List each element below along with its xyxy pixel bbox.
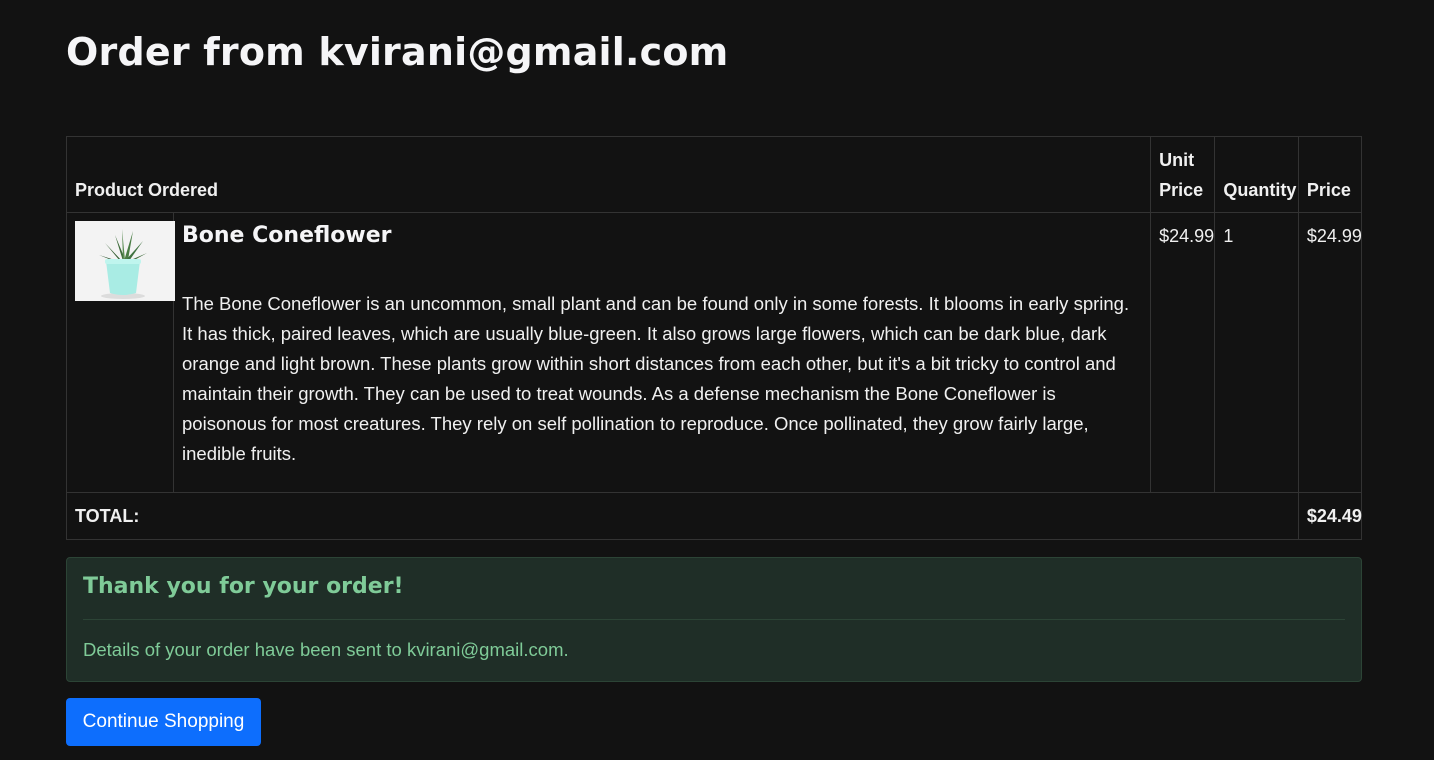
alert-divider [83,619,1345,620]
unit-price-cell: $24.99 [1150,212,1216,493]
header-product-ordered: Product Ordered [65,136,1152,213]
continue-shopping-button[interactable]: Continue Shopping [66,698,261,746]
alert-text: Details of your order have been sent to … [83,639,569,660]
potted-succulent-image [75,221,175,301]
header-price: Price [1297,136,1363,213]
order-success-alert: Thank you for your order! Details of you… [66,557,1362,682]
product-name: Bone Coneflower [182,223,392,248]
header-quantity: Quantity [1214,136,1299,213]
price-cell: $24.99 [1297,212,1363,493]
total-value: $24.49 [1297,492,1363,540]
product-details-cell: Bone Coneflower The Bone Coneflower is a… [173,212,1152,493]
header-unit-price: Unit Price [1150,136,1216,213]
order-page: Order from kvirani@gmail.com Product Ord… [0,0,1434,760]
succulent-icon [75,221,175,301]
product-image-cell [65,212,175,493]
order-table: Product Ordered Unit Price Quantity Pric… [65,136,1363,540]
alert-heading: Thank you for your order! [83,574,404,599]
quantity-cell: 1 [1214,212,1299,493]
total-label: TOTAL: [66,492,1299,540]
total-row: TOTAL: $24.49 [66,492,1363,540]
table-header-row: Product Ordered Unit Price Quantity Pric… [65,136,1363,213]
table-row: Bone Coneflower The Bone Coneflower is a… [65,212,1363,493]
page-title: Order from kvirani@gmail.com [66,30,729,74]
product-description: The Bone Coneflower is an uncommon, smal… [182,293,1130,464]
